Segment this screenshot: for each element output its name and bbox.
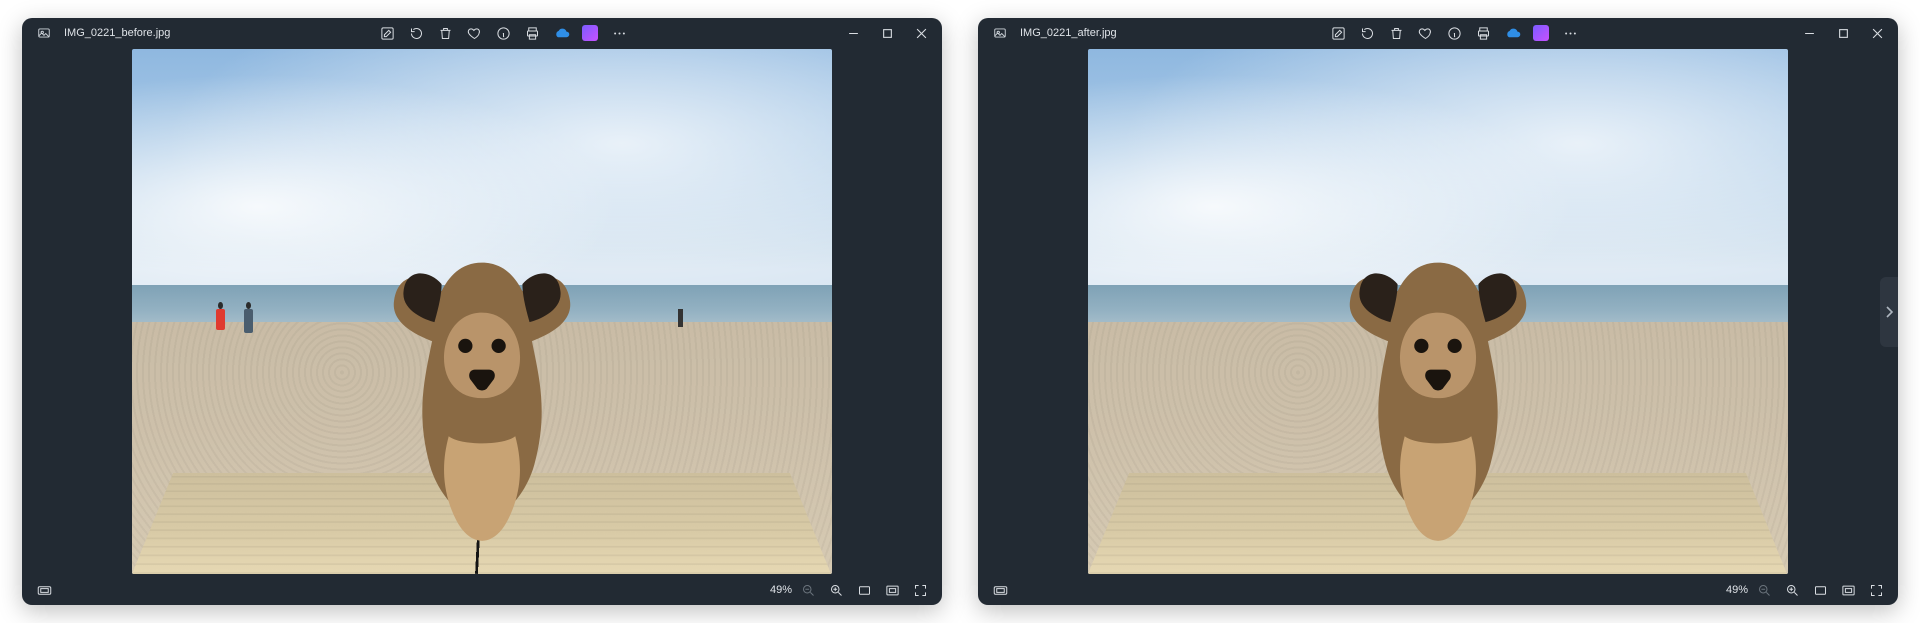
zoom-in-button[interactable] [1778,576,1806,604]
more-button[interactable] [1556,19,1584,47]
close-button[interactable] [1860,19,1894,47]
more-button[interactable] [605,19,633,47]
image-canvas[interactable] [22,48,942,575]
fit-window-button[interactable] [1834,576,1862,604]
next-image-button[interactable] [1880,277,1898,347]
fit-window-button[interactable] [878,576,906,604]
clipchamp-icon [582,25,598,41]
image-canvas[interactable] [978,48,1898,575]
favorite-button[interactable] [1411,19,1439,47]
info-button[interactable] [1440,19,1468,47]
bottom-bar: 49% [22,575,942,605]
favorite-button[interactable] [460,19,488,47]
dog [1319,228,1557,564]
app-icon [986,19,1014,47]
zoom-out-button[interactable] [794,576,822,604]
filmstrip-button[interactable] [30,576,58,604]
fullscreen-button[interactable] [906,576,934,604]
photos-window-before: IMG_0221_before.jpg [22,18,942,605]
bottom-bar: 49% [978,575,1898,605]
photos-window-after: IMG_0221_after.jpg [978,18,1898,605]
minimize-button[interactable] [836,19,870,47]
window-controls [1792,19,1894,47]
close-button[interactable] [904,19,938,47]
onedrive-button[interactable] [547,19,575,47]
info-button[interactable] [489,19,517,47]
app-icon [30,19,58,47]
filmstrip-button[interactable] [986,576,1014,604]
dog [363,228,601,564]
zoom-level: 49% [770,584,792,596]
rotate-button[interactable] [402,19,430,47]
edit-button[interactable] [1324,19,1352,47]
delete-button[interactable] [1382,19,1410,47]
actual-size-button[interactable] [1806,576,1834,604]
zoom-level: 49% [1726,584,1748,596]
file-name: IMG_0221_after.jpg [1020,27,1117,39]
photo-before [132,49,831,573]
print-button[interactable] [1469,19,1497,47]
window-controls [836,19,938,47]
fullscreen-button[interactable] [1862,576,1890,604]
clipchamp-icon [1533,25,1549,41]
clipchamp-button[interactable] [1527,19,1555,47]
maximize-button[interactable] [870,19,904,47]
titlebar: IMG_0221_after.jpg [978,18,1898,48]
zoom-out-button[interactable] [1750,576,1778,604]
titlebar: IMG_0221_before.jpg [22,18,942,48]
file-name: IMG_0221_before.jpg [64,27,170,39]
maximize-button[interactable] [1826,19,1860,47]
onedrive-button[interactable] [1498,19,1526,47]
minimize-button[interactable] [1792,19,1826,47]
photo-after [1088,49,1787,573]
actual-size-button[interactable] [850,576,878,604]
clipchamp-button[interactable] [576,19,604,47]
zoom-in-button[interactable] [822,576,850,604]
edit-button[interactable] [373,19,401,47]
toolbar [1324,19,1584,47]
print-button[interactable] [518,19,546,47]
toolbar [373,19,633,47]
rotate-button[interactable] [1353,19,1381,47]
delete-button[interactable] [431,19,459,47]
